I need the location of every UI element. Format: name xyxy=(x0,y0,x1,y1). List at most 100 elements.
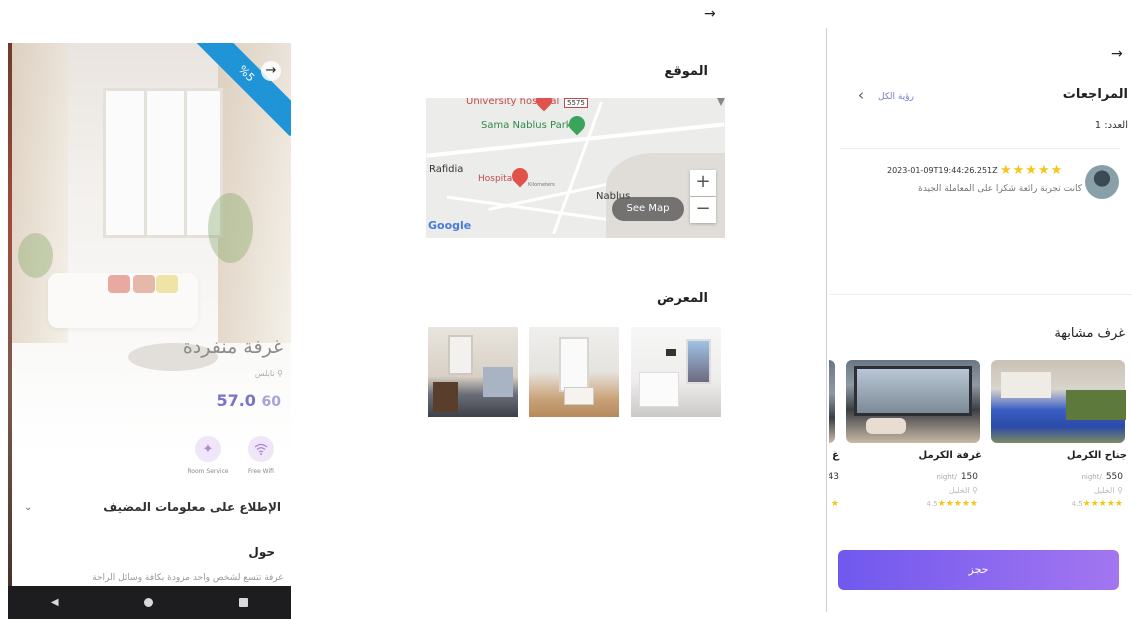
similar-room-image xyxy=(829,360,835,443)
see-map-button[interactable]: See Map xyxy=(612,197,684,221)
forward-arrow-icon[interactable]: → xyxy=(261,61,281,81)
gallery-image-1[interactable] xyxy=(428,327,518,417)
location-heading: الموقع xyxy=(664,64,708,79)
wifi-icon xyxy=(248,436,274,462)
similar-room-price: night/150 xyxy=(936,472,978,482)
forward-arrow-icon[interactable]: → xyxy=(1111,46,1123,62)
city-text: الخليل xyxy=(1093,486,1115,495)
room-detail-phone: %5 → غرفة منفردة ⚲ نابلس 57.0 60 Free Wi… xyxy=(8,43,291,619)
room-title: غرفة منفردة xyxy=(182,336,283,358)
grass-area xyxy=(1066,390,1126,420)
forward-arrow-icon[interactable]: → xyxy=(704,6,716,22)
gallery-chair xyxy=(433,382,458,412)
plant xyxy=(208,193,253,263)
chevron-down-icon: ⌄ xyxy=(24,502,33,513)
host-info-label: الإطلاع على معلومات المضيف xyxy=(103,500,281,514)
about-text: غرفة تتسع لشخص واحد مزودة بكافة وسائل ال… xyxy=(92,573,283,583)
panel-divider xyxy=(826,28,827,612)
price-unit: night/ xyxy=(936,473,957,481)
rating-value: 4.5 xyxy=(926,500,938,508)
similar-rooms-carousel[interactable]: جناح الكرمل night/550 ⚲ الخليل 4.5★★★★★ … xyxy=(829,360,1127,520)
sparkle-icon: ✦ xyxy=(195,436,221,462)
old-price: 60 xyxy=(261,394,281,410)
gallery-table xyxy=(564,387,594,405)
review-rating-stars: ★★★★★ xyxy=(1000,163,1064,178)
map-label-kilometers: Kilometers xyxy=(528,182,555,188)
price-value: 550 xyxy=(1105,472,1123,482)
reviews-heading: المراجعات xyxy=(1062,87,1128,102)
gallery-window xyxy=(448,335,473,375)
price-row: 57.0 60 xyxy=(216,391,285,410)
cushion xyxy=(108,275,130,293)
book-button[interactable]: حجز xyxy=(838,550,1119,590)
gallery-heading: المعرض xyxy=(657,291,708,306)
zoom-in-button[interactable]: + xyxy=(690,170,716,196)
gallery-image-3[interactable] xyxy=(631,327,721,417)
similar-room-name: غرفة الكرمل xyxy=(918,450,982,461)
similar-rooms-heading: غرف مشابهة xyxy=(1054,326,1125,341)
map-label-hospital: Hospital xyxy=(478,174,515,184)
park-pin-icon xyxy=(565,112,589,136)
similar-room-rating: 4.5★★★★★ xyxy=(927,499,978,509)
recents-nav-icon[interactable] xyxy=(239,598,249,607)
reviewer-avatar xyxy=(1085,165,1119,199)
similar-room-card[interactable]: جناح الكرمل night/550 ⚲ الخليل 4.5★★★★★ xyxy=(991,360,1127,515)
location-text: نابلس xyxy=(254,369,275,378)
gallery-door xyxy=(559,337,589,392)
panoramic-window xyxy=(854,366,972,416)
room-location: ⚲ نابلس xyxy=(255,369,283,378)
about-title: حول xyxy=(248,545,275,559)
building-wall xyxy=(1001,372,1051,398)
window xyxy=(103,88,223,238)
gallery-image-2[interactable] xyxy=(529,327,619,417)
cushion xyxy=(133,275,155,293)
divider xyxy=(840,148,1120,149)
google-attribution: Google xyxy=(428,219,472,232)
amenity-free-wifi: Free Wifi xyxy=(236,436,286,475)
plant xyxy=(18,233,53,278)
location-map[interactable]: University hospital 5575 Sama Nablus Par… xyxy=(426,98,725,238)
home-nav-icon[interactable] xyxy=(144,598,154,607)
city-text: الخليل xyxy=(948,486,970,495)
chevron-left-icon[interactable]: ‹ xyxy=(858,86,864,104)
gallery-bed xyxy=(639,372,679,407)
location-pin-icon: ⚲ xyxy=(1117,486,1123,495)
gallery-tv xyxy=(666,349,676,356)
edge-strip xyxy=(8,43,12,619)
rating-stars: ★ xyxy=(830,499,839,509)
similar-room-image xyxy=(846,360,980,443)
amenity-room-service: ✦ Room Service xyxy=(183,436,233,475)
similar-room-price: 43 xyxy=(829,472,839,482)
similar-room-name: جناح الكرمل xyxy=(1066,450,1127,461)
review-text: كانت تجربة رائعة شكرا على المعاملة الجيد… xyxy=(918,184,1082,194)
view-all-link[interactable]: رؤية الكل xyxy=(878,92,914,102)
map-corner-marker xyxy=(717,98,725,106)
similar-room-city: ⚲ الخليل xyxy=(1094,486,1123,495)
review-date: 2023-01-09T19:44:26.251Z xyxy=(887,166,998,175)
price-value: 43 xyxy=(829,472,839,482)
gallery-kitchen xyxy=(483,367,513,397)
back-nav-icon[interactable]: ◀ xyxy=(51,597,59,608)
rating-stars: ★★★★★ xyxy=(937,499,978,509)
price-value: 150 xyxy=(960,472,978,482)
zoom-out-button[interactable]: − xyxy=(690,197,716,223)
similar-room-city: ⚲ الخليل xyxy=(949,486,978,495)
host-info-accordion[interactable]: الإطلاع على معلومات المضيف ⌄ xyxy=(18,500,281,522)
rating-value: 4.5 xyxy=(1071,500,1083,508)
similar-room-name: غ xyxy=(832,450,839,461)
review-count: العدد: 1 xyxy=(1094,120,1128,131)
similar-room-card-partial[interactable]: غ 43 ★ xyxy=(829,360,839,515)
location-pin-icon: ⚲ xyxy=(972,486,978,495)
amenity-label: Room Service xyxy=(187,468,229,475)
amenity-label: Free Wifi xyxy=(248,468,274,475)
similar-room-image xyxy=(991,360,1126,443)
cushion xyxy=(156,275,178,293)
sofa xyxy=(866,418,906,434)
rating-stars: ★★★★★ xyxy=(1082,499,1123,509)
gallery-window xyxy=(686,339,711,384)
price-unit: night/ xyxy=(1081,473,1102,481)
current-price: 57.0 xyxy=(216,391,256,410)
map-label-park: Sama Nablus Park xyxy=(481,120,572,131)
similar-room-card[interactable]: غرفة الكرمل night/150 ⚲ الخليل 4.5★★★★★ xyxy=(846,360,982,515)
divider xyxy=(829,294,1132,295)
